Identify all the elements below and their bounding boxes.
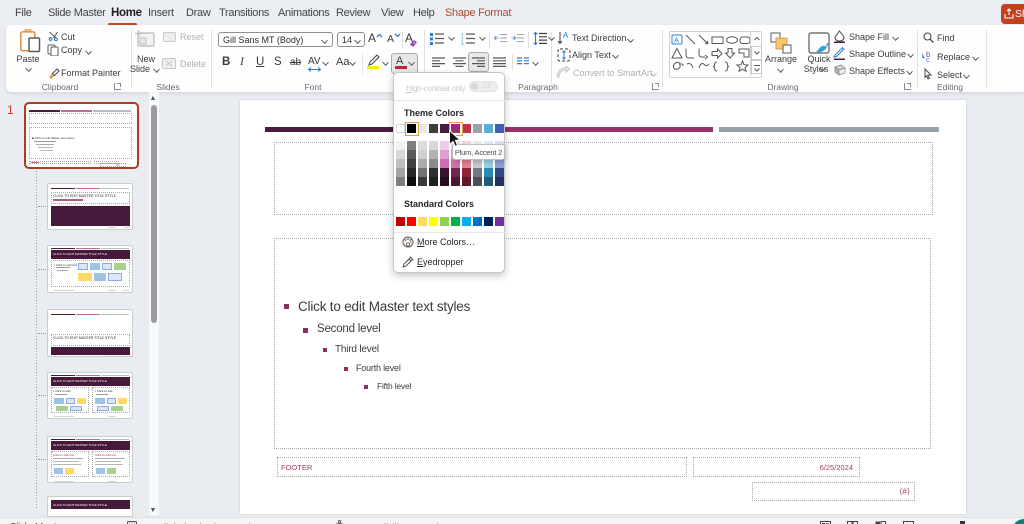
svg-text:3: 3 [461,41,464,45]
svg-text:c: c [926,57,930,62]
svg-text:A: A [674,36,679,45]
svg-text:A: A [563,31,569,40]
